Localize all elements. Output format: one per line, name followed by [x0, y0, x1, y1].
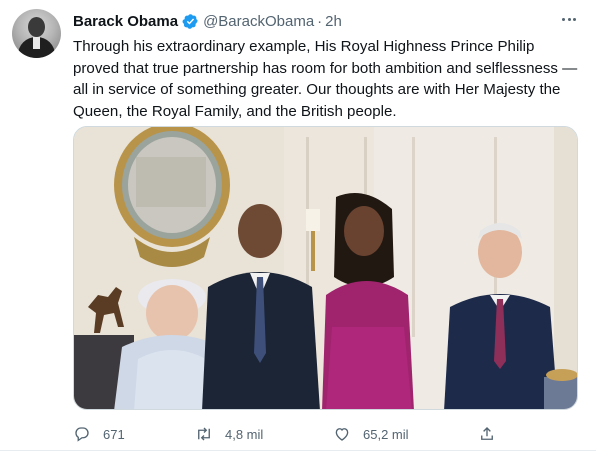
like-button[interactable]: 65,2 mil [333, 423, 409, 445]
share-button[interactable] [478, 423, 508, 445]
share-icon [481, 427, 493, 440]
retweet-icon [198, 427, 210, 441]
reply-count: 671 [103, 426, 125, 442]
author-handle[interactable]: @BarackObama [203, 13, 314, 30]
reply-button[interactable]: 671 [73, 423, 125, 445]
heart-icon [335, 428, 349, 441]
tweet-text: Through his extraordinary example, His R… [73, 38, 578, 120]
avatar[interactable] [12, 9, 61, 58]
photo-illustration [74, 127, 577, 409]
like-count: 65,2 mil [363, 426, 409, 442]
verified-badge-icon [182, 13, 199, 30]
retweet-button[interactable]: 4,8 mil [195, 423, 263, 445]
tweet-photo[interactable] [73, 126, 578, 410]
avatar-collar [33, 37, 40, 49]
author-name[interactable]: Barack Obama [73, 13, 178, 30]
avatar-head [28, 17, 45, 37]
separator-dot: · [317, 12, 323, 30]
more-options-icon[interactable] [557, 9, 581, 29]
tweet-header: Barack Obama @BarackObama · 2h [73, 11, 342, 31]
tweet-actions: 671 4,8 mil 65,2 mil [73, 423, 513, 445]
tweet-time[interactable]: 2h [325, 13, 342, 30]
retweet-count: 4,8 mil [225, 426, 264, 442]
reply-icon [75, 427, 89, 442]
tweet[interactable]: Barack Obama @BarackObama · 2h Through h… [0, 0, 596, 451]
